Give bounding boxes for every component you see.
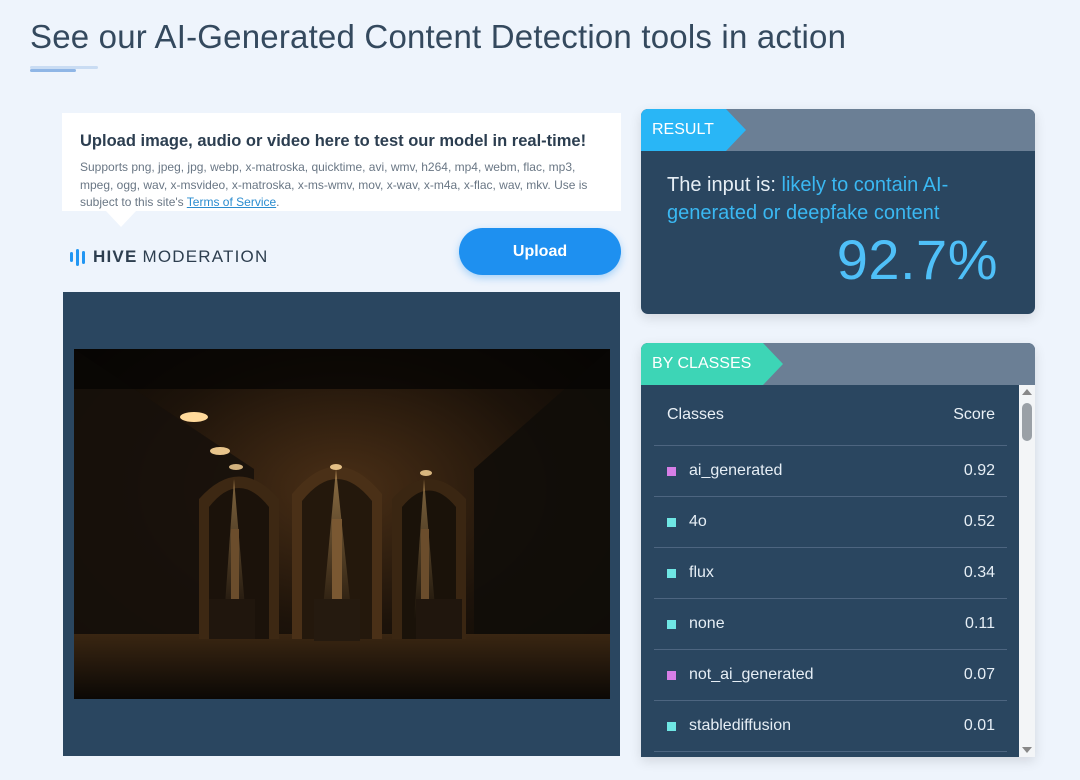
- class-score: 0.01: [963, 717, 995, 734]
- classes-tag: BY CLASSES: [641, 343, 784, 385]
- class-name: 4o: [689, 513, 707, 530]
- class-name: none: [689, 615, 725, 632]
- supported-formats-text: Supports png, jpeg, jpg, webp, x-matrosk…: [80, 160, 588, 209]
- result-prefix: The input is:: [667, 174, 782, 196]
- upload-info-card: Upload image, audio or video here to tes…: [62, 113, 621, 227]
- table-row: not_ai_generated 0.07: [654, 650, 1007, 701]
- hive-bars-icon: [70, 248, 85, 266]
- class-score: 0.52: [963, 513, 995, 530]
- hive-moderation-logo: HIVE MODERATION: [70, 246, 268, 268]
- class-color-swatch: [667, 619, 676, 629]
- class-score: 0.34: [963, 564, 995, 581]
- brand-name: HIVE MODERATION: [93, 247, 268, 267]
- table-row: ai_generated 0.92: [654, 446, 1007, 497]
- table-row: stablediffusion 0.01: [654, 701, 1007, 752]
- class-color-swatch: [667, 517, 676, 527]
- arrow-down-icon[interactable]: [1022, 747, 1032, 753]
- bunker-scene-image: [74, 349, 610, 699]
- result-card-header: RESULT: [641, 109, 1035, 151]
- tos-suffix: .: [276, 195, 280, 209]
- scrollbar-thumb[interactable]: [1022, 403, 1032, 441]
- class-color-swatch: [667, 670, 676, 680]
- table-row: 4o 0.52: [654, 497, 1007, 548]
- class-color-swatch: [667, 568, 676, 578]
- class-color-swatch: [667, 466, 676, 476]
- classes-card: BY CLASSES Classes Score ai_generated 0.…: [641, 343, 1035, 757]
- upload-heading: Upload image, audio or video here to tes…: [80, 132, 587, 150]
- terms-of-service-link[interactable]: Terms of Service: [187, 195, 276, 209]
- result-percentage: 92.7%: [836, 228, 998, 291]
- uploaded-image-preview: [74, 349, 610, 699]
- column-classes: Classes: [667, 406, 724, 423]
- classes-scrollbar[interactable]: [1019, 385, 1035, 757]
- result-card: RESULT The input is: likely to contain A…: [641, 109, 1035, 314]
- class-name: ai_generated: [689, 462, 783, 479]
- preview-panel: [63, 292, 620, 756]
- brand-name-rest: MODERATION: [142, 247, 269, 266]
- column-score: Score: [953, 406, 995, 423]
- class-color-swatch: [667, 721, 676, 731]
- classes-card-header: BY CLASSES: [641, 343, 1035, 385]
- result-statement: The input is: likely to contain AI-gener…: [667, 171, 1007, 227]
- page-title: See our AI-Generated Content Detection t…: [30, 18, 847, 55]
- arrow-up-icon[interactable]: [1022, 389, 1032, 395]
- title-underline: [30, 66, 98, 72]
- table-header: Classes Score: [654, 385, 1007, 446]
- class-score: 0.11: [965, 615, 995, 632]
- classes-table: Classes Score ai_generated 0.92 4o 0.52 …: [654, 385, 1007, 752]
- class-name: stablediffusion: [689, 717, 791, 734]
- brand-name-bold: HIVE: [93, 247, 138, 266]
- upload-description: Supports png, jpeg, jpg, webp, x-matrosk…: [80, 159, 603, 212]
- result-tag: RESULT: [641, 109, 746, 151]
- table-row: none 0.11: [654, 599, 1007, 650]
- class-name: not_ai_generated: [689, 666, 814, 683]
- class-score: 0.92: [963, 462, 995, 479]
- class-name: flux: [689, 564, 714, 581]
- table-row: flux 0.34: [654, 548, 1007, 599]
- upload-button[interactable]: Upload: [459, 228, 621, 275]
- class-score: 0.07: [963, 666, 995, 683]
